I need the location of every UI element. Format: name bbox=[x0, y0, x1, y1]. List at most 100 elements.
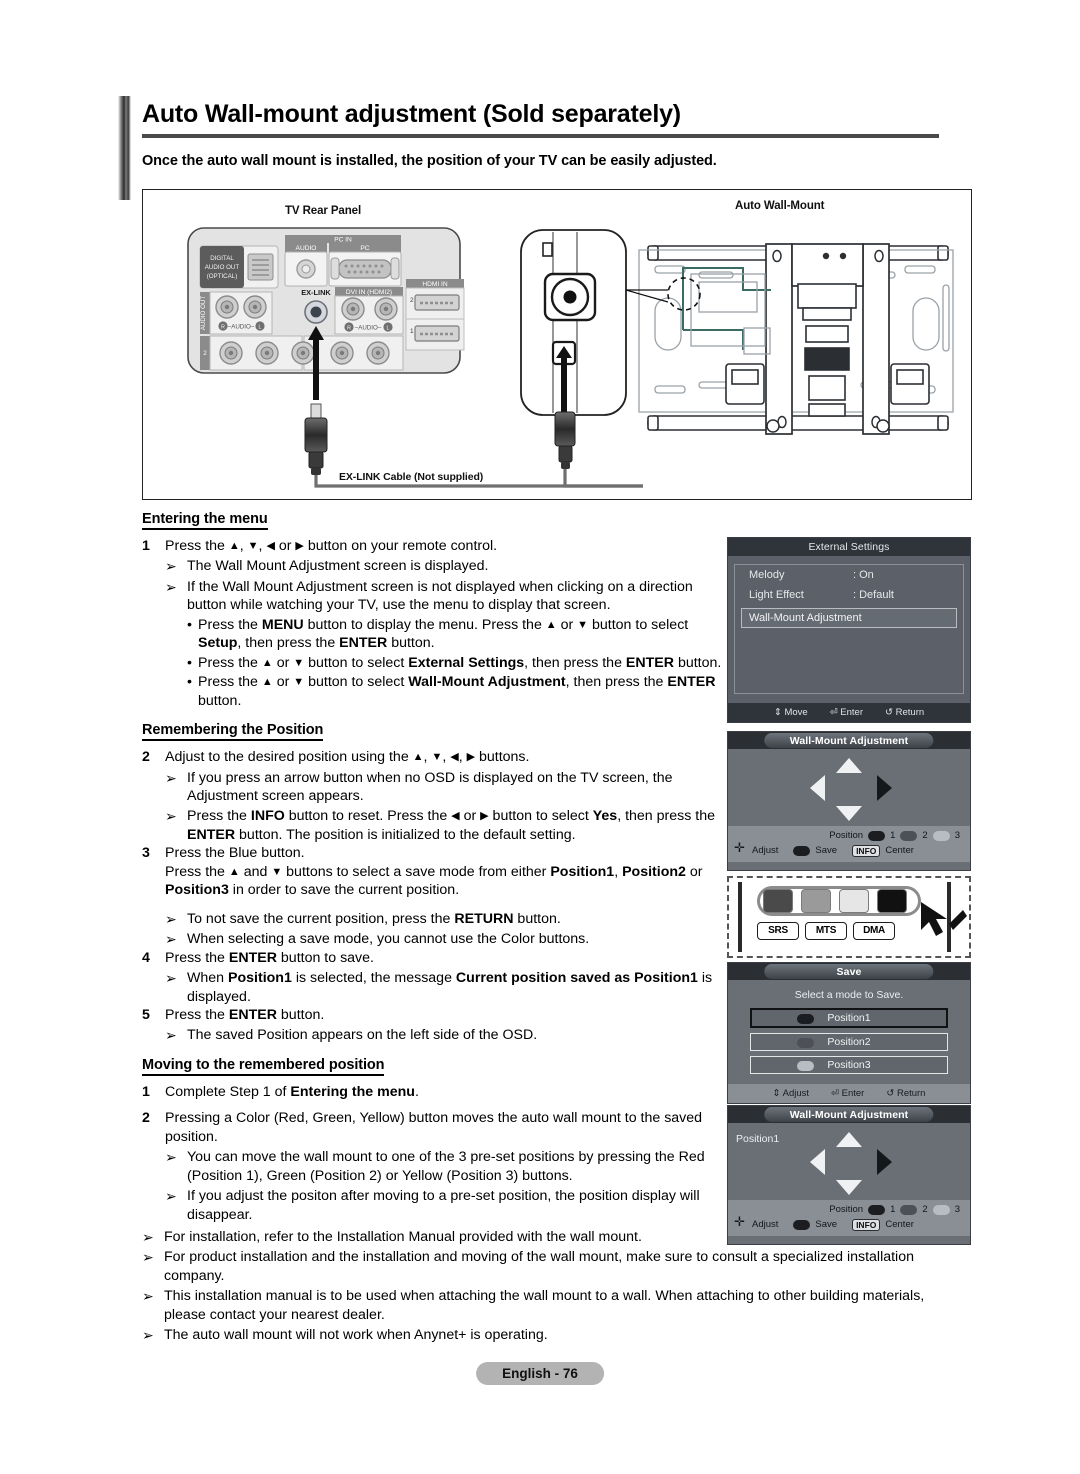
green-key[interactable] bbox=[801, 889, 831, 913]
position3-chip-icon[interactable] bbox=[932, 1204, 950, 1215]
t: button. bbox=[198, 692, 242, 709]
up-arrow-icon[interactable] bbox=[836, 1132, 862, 1147]
info-button-icon[interactable]: INFO bbox=[852, 844, 881, 857]
t: button. bbox=[674, 654, 722, 671]
menu-row-value: : Default bbox=[853, 589, 894, 601]
save-chip-icon[interactable] bbox=[793, 1219, 811, 1230]
manual-page: Auto Wall-mount adjustment (Sold separat… bbox=[0, 0, 1080, 1474]
t: is selected, the message bbox=[291, 970, 456, 987]
osd-hint-row: Adjust Save INFO Center bbox=[734, 840, 964, 857]
t: Press the bbox=[187, 808, 251, 825]
sub-note-text: Press the ▲ or ▼ button to select Extern… bbox=[198, 654, 722, 671]
left-arrow-icon[interactable] bbox=[810, 774, 825, 801]
note-text: When selecting a save mode, you cannot u… bbox=[187, 931, 590, 948]
osd-title: Wall-Mount Adjustment bbox=[764, 1107, 934, 1122]
down-arrow-icon: ▼ bbox=[271, 865, 283, 878]
position1-chip-icon bbox=[797, 1014, 814, 1024]
step-number: 1 bbox=[142, 538, 150, 554]
svg-text:R: R bbox=[221, 324, 225, 330]
save-option-position3[interactable]: Position3 bbox=[750, 1056, 948, 1074]
step-line-2: Press the ▲ and ▼ buttons to select a sa… bbox=[165, 863, 703, 899]
t: , then press the bbox=[524, 654, 626, 671]
dma-button[interactable]: DMA bbox=[853, 922, 895, 940]
position2-ref: Position2 bbox=[622, 863, 686, 880]
osd-external-settings: External Settings Melody : On Light Effe… bbox=[727, 537, 971, 723]
note-text: Press the INFO button to reset. Press th… bbox=[187, 808, 715, 843]
blue-key[interactable] bbox=[877, 889, 907, 913]
step-number: 4 bbox=[142, 949, 150, 966]
t: button to save. bbox=[276, 949, 374, 966]
step-text: Press the Blue button. Press the ▲ and ▼… bbox=[165, 844, 734, 899]
save-option-position2[interactable]: Position2 bbox=[750, 1033, 948, 1051]
step-3-remembering: 3 Press the Blue button. Press the ▲ and… bbox=[142, 844, 734, 899]
svg-text:–AUDIO–: –AUDIO– bbox=[228, 324, 255, 331]
return-icon: ↺ bbox=[886, 1088, 895, 1099]
step-number: 1 bbox=[142, 1083, 150, 1100]
yellow-key[interactable] bbox=[839, 889, 869, 913]
adjust-label: Adjust bbox=[752, 1219, 779, 1230]
position1-chip-icon[interactable] bbox=[868, 1204, 886, 1215]
note-item: ➢ The Wall Mount Adjustment screen is di… bbox=[142, 557, 734, 575]
center-label: Center bbox=[885, 1219, 914, 1230]
arrow-bullet-icon: ➢ bbox=[165, 769, 177, 786]
position2-chip-icon[interactable] bbox=[900, 1204, 918, 1215]
menu-row-light-effect[interactable]: Light Effect : Default bbox=[735, 585, 963, 605]
menu-row-melody[interactable]: Melody : On bbox=[735, 565, 963, 585]
save-chip-icon[interactable] bbox=[793, 845, 811, 856]
position2-chip-icon bbox=[797, 1038, 814, 1048]
return-button-ref: RETURN bbox=[454, 910, 514, 927]
left-arrow-icon: ◀ bbox=[451, 810, 460, 823]
t: Press the bbox=[198, 616, 262, 633]
cursor-pointer-icon bbox=[921, 902, 967, 936]
svg-text:2: 2 bbox=[410, 297, 414, 304]
setup-menu-ref: Setup bbox=[198, 635, 238, 652]
svg-text:AUDIO OUT: AUDIO OUT bbox=[200, 296, 207, 331]
svg-text:AUDIO: AUDIO bbox=[296, 245, 317, 252]
note-text: If you press an arrow button when no OSD… bbox=[187, 769, 673, 804]
header-accent-bar bbox=[118, 96, 131, 200]
info-button-icon[interactable]: INFO bbox=[852, 1218, 881, 1231]
down-arrow-icon[interactable] bbox=[836, 1180, 862, 1195]
left-arrow-icon[interactable] bbox=[810, 1148, 825, 1175]
note-item: ➢ You can move the wall mount to one of … bbox=[142, 1148, 734, 1185]
remote-edge-left bbox=[738, 882, 742, 952]
menu-row-wall-mount-adjustment-selected[interactable]: Wall-Mount Adjustment bbox=[741, 608, 957, 628]
t: To not save the current position, press … bbox=[187, 910, 455, 927]
t: Press the bbox=[165, 1006, 229, 1023]
t: Press the bbox=[165, 863, 229, 880]
note-text: This installation manual is to be used w… bbox=[164, 1288, 925, 1323]
save-option-position1[interactable]: Position1 bbox=[750, 1008, 948, 1028]
note-item: ➢ The saved Position appears on the left… bbox=[142, 1026, 734, 1044]
position2-chip-icon[interactable] bbox=[900, 830, 918, 841]
red-key[interactable] bbox=[763, 889, 793, 913]
dot-bullet-icon: • bbox=[187, 654, 192, 671]
svg-text:DVI IN (HDMI2): DVI IN (HDMI2) bbox=[346, 289, 392, 296]
position3-chip-icon[interactable] bbox=[932, 830, 950, 841]
dpad-icon bbox=[734, 840, 747, 857]
arrow-bullet-icon: ➢ bbox=[165, 1149, 177, 1166]
step-2-moving: 2 Pressing a Color (Red, Green, Yellow) … bbox=[142, 1109, 734, 1146]
right-arrow-icon[interactable] bbox=[877, 774, 892, 801]
osd-wall-mount-adjustment-saved: Wall-Mount Adjustment Position1 Position… bbox=[727, 1105, 971, 1245]
wall-mount-adjustment-ref: Wall-Mount Adjustment bbox=[408, 674, 566, 691]
t: Complete Step 1 of bbox=[165, 1083, 291, 1100]
osd-bottom-bar: Position 1 2 3 Adjust Save INFO Center bbox=[728, 826, 970, 862]
dot-bullet-icon: • bbox=[187, 616, 192, 633]
position1-number: 1 bbox=[890, 1204, 896, 1215]
svg-text:HDMI IN: HDMI IN bbox=[422, 281, 448, 288]
ex-link-cable-label: EX-LINK Cable (Not supplied) bbox=[339, 471, 484, 483]
srs-button[interactable]: SRS bbox=[757, 922, 799, 940]
current-position-label: Position1 bbox=[736, 1133, 780, 1145]
left-arrow-icon: ◀ bbox=[266, 540, 275, 552]
updown-icon: ⇕ bbox=[773, 707, 782, 718]
right-arrow-icon[interactable] bbox=[877, 1148, 892, 1175]
page-title: Auto Wall-mount adjustment (Sold separat… bbox=[142, 100, 681, 128]
position1-chip-icon[interactable] bbox=[868, 830, 886, 841]
sub-note-item: • Press the ▲ or ▼ button to select Exte… bbox=[142, 654, 734, 672]
up-arrow-icon[interactable] bbox=[836, 758, 862, 773]
mts-button[interactable]: MTS bbox=[805, 922, 847, 940]
note-text: When Position1 is selected, the message … bbox=[187, 969, 734, 1006]
sub-note-text: Press the ▲ or ▼ button to select Wall-M… bbox=[198, 674, 716, 709]
down-arrow-icon[interactable] bbox=[836, 806, 862, 821]
arrow-bullet-icon: ➢ bbox=[165, 931, 177, 948]
